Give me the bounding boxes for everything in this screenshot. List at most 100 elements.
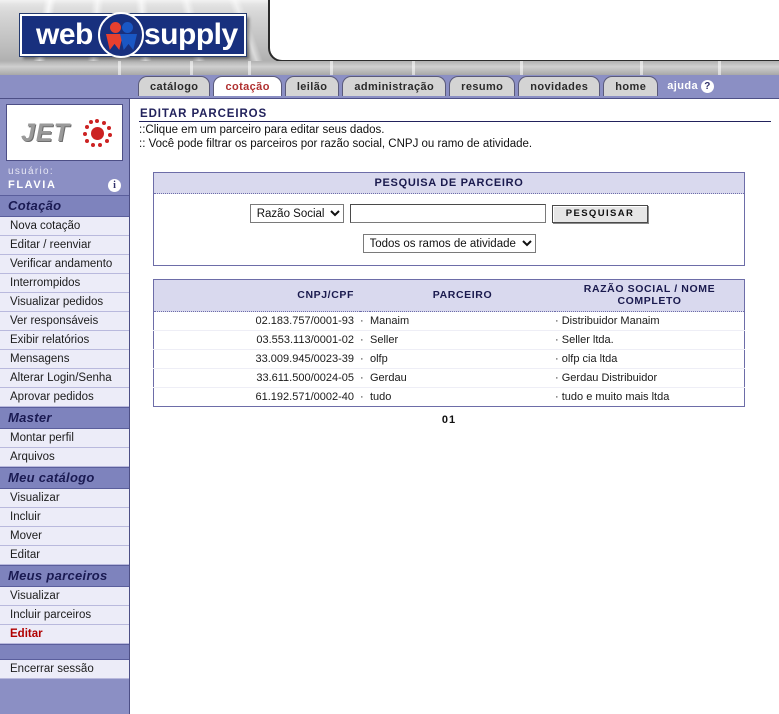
tab-catalogo[interactable]: catálogo bbox=[138, 76, 211, 96]
site-header-banner: web supply bbox=[0, 0, 779, 75]
search-panel: PESQUISA DE PARCEIRO Razão Social CNPJ P… bbox=[153, 172, 745, 266]
jet-logo-text: JET bbox=[21, 119, 70, 147]
tab-novidades[interactable]: novidades bbox=[518, 76, 601, 96]
tab-cotacao[interactable]: cotação bbox=[213, 76, 282, 96]
sidebar-item-visualizar-pedidos[interactable]: Visualizar pedidos bbox=[0, 293, 129, 312]
cell-parceiro: Manaim bbox=[370, 311, 555, 331]
cell-separator: · bbox=[360, 391, 364, 403]
sidebar-item-parceiros-visualizar[interactable]: Visualizar bbox=[0, 587, 129, 606]
tab-resumo[interactable]: resumo bbox=[449, 76, 516, 96]
sidebar-item-interrompidos[interactable]: Interrompidos bbox=[0, 274, 129, 293]
tab-administracao[interactable]: administração bbox=[342, 76, 447, 96]
websupply-logo[interactable]: web supply bbox=[19, 12, 247, 58]
sidebar-item-mensagens[interactable]: Mensagens bbox=[0, 350, 129, 369]
table-row[interactable]: 02.183.757/0001-93 · Manaim · Distribuid… bbox=[153, 311, 745, 331]
question-mark-icon: ? bbox=[700, 79, 714, 93]
cell-cnpj: 33.611.500/0024-05 bbox=[153, 368, 360, 388]
sidebar-item-montar-perfil[interactable]: Montar perfil bbox=[0, 429, 129, 448]
search-panel-body: Razão Social CNPJ PESQUISAR Todos os ram… bbox=[154, 194, 744, 265]
tab-leilao[interactable]: leilão bbox=[284, 76, 340, 96]
cell-razao-social: · Gerdau Distribuidor bbox=[555, 368, 745, 388]
tab-home[interactable]: home bbox=[603, 76, 659, 96]
main-content: EDITAR PARCEIROS ::Clique em um parceiro… bbox=[131, 99, 779, 714]
cell-parceiro: Seller bbox=[370, 330, 555, 350]
cell-parceiro: tudo bbox=[370, 391, 392, 403]
cell-razao-social: · Seller ltda. bbox=[555, 330, 745, 350]
sidebar-item-nova-cotacao[interactable]: Nova cotação bbox=[0, 217, 129, 236]
sidebar-item-incluir-parceiros[interactable]: Incluir parceiros bbox=[0, 606, 129, 625]
jet-logo: JET bbox=[6, 104, 123, 161]
sun-burst-icon bbox=[83, 119, 112, 147]
search-field-select[interactable]: Razão Social CNPJ bbox=[249, 204, 344, 223]
sidebar-item-ver-responsaveis[interactable]: Ver responsáveis bbox=[0, 312, 129, 331]
column-header-parceiro: PARCEIRO bbox=[370, 279, 555, 312]
sidebar-item-alterar-login-senha[interactable]: Alterar Login/Senha bbox=[0, 369, 129, 388]
sidebar-item-aprovar-pedidos[interactable]: Aprovar pedidos bbox=[0, 388, 129, 407]
user-info: usuário: FLAVIA i bbox=[0, 161, 129, 195]
search-button[interactable]: PESQUISAR bbox=[551, 204, 649, 223]
logo-word-supply: supply bbox=[144, 18, 238, 51]
banner-bottom-stripe bbox=[0, 61, 779, 75]
table-header-row: CNPJ/CPF PARCEIRO RAZÃO SOCIAL / NOME CO… bbox=[153, 279, 745, 312]
sidebar-section-cotacao: Cotação bbox=[0, 195, 129, 217]
table-row[interactable]: 03.553.113/0001-02 · Seller · Seller ltd… bbox=[153, 330, 745, 350]
sidebar-item-catalogo-editar[interactable]: Editar bbox=[0, 546, 129, 565]
search-panel-heading: PESQUISA DE PARCEIRO bbox=[154, 173, 744, 194]
razao-prefix: · bbox=[555, 334, 559, 346]
cell-separator: · bbox=[360, 368, 370, 388]
sidebar-item-catalogo-visualizar[interactable]: Visualizar bbox=[0, 489, 129, 508]
cell-cnpj: 03.553.113/0001-02 bbox=[153, 330, 360, 350]
sidebar-item-parceiros-editar[interactable]: Editar bbox=[0, 625, 129, 644]
search-input[interactable] bbox=[349, 204, 546, 223]
tab-ajuda[interactable]: ajuda ? bbox=[661, 76, 720, 96]
sidebar-item-arquivos[interactable]: Arquivos bbox=[0, 448, 129, 467]
razao-text: Gerdau Distribuidor bbox=[561, 372, 658, 384]
sidebar-section-master: Master bbox=[0, 407, 129, 429]
logo-word-web: web bbox=[36, 18, 93, 51]
branch-of-activity-select[interactable]: Todos os ramos de atividade bbox=[362, 234, 536, 253]
column-header-razao-social: RAZÃO SOCIAL / NOME COMPLETO bbox=[555, 279, 745, 312]
two-people-circle-icon bbox=[98, 12, 144, 58]
nav-tab-list: catálogo cotação leilão administração re… bbox=[138, 76, 720, 96]
info-icon[interactable]: i bbox=[108, 179, 121, 192]
razao-prefix: · bbox=[555, 391, 559, 403]
razao-prefix: · bbox=[555, 315, 559, 327]
sidebar-item-editar-reenviar[interactable]: Editar / reenviar bbox=[0, 236, 129, 255]
sidebar-section-meu-catalogo: Meu catálogo bbox=[0, 467, 129, 489]
cell-parceiro: olfp bbox=[370, 349, 555, 369]
razao-text: tudo e muito mais ltda bbox=[561, 391, 670, 403]
sidebar-item-exibir-relatorios[interactable]: Exibir relatórios bbox=[0, 331, 129, 350]
page-title: EDITAR PARCEIROS bbox=[140, 108, 268, 120]
sidebar-item-verificar-andamento[interactable]: Verificar andamento bbox=[0, 255, 129, 274]
razao-prefix: · bbox=[555, 372, 559, 384]
cell-cnpj: 61.192.571/0002-40 bbox=[255, 391, 354, 403]
sidebar-spacer bbox=[0, 644, 129, 660]
instruction-line-2: :: Você pode filtrar os parceiros por ra… bbox=[139, 138, 533, 150]
column-header-cnpj: CNPJ/CPF bbox=[153, 279, 360, 312]
main-nav-tabbar: catálogo cotação leilão administração re… bbox=[0, 75, 779, 99]
sidebar-item-encerrar-sessao[interactable]: Encerrar sessão bbox=[0, 660, 129, 679]
cell-separator: · bbox=[360, 330, 370, 350]
banner-white-panel bbox=[268, 0, 779, 62]
page-root: web supply catálogo cotação leilão admin… bbox=[0, 0, 779, 714]
column-header-spacer bbox=[360, 279, 370, 312]
table-row[interactable]: 61.192.571/0002-40 · tudo · tudo e muito… bbox=[154, 388, 745, 407]
partners-results-table: CNPJ/CPF PARCEIRO RAZÃO SOCIAL / NOME CO… bbox=[153, 279, 745, 407]
tab-ajuda-label: ajuda bbox=[667, 80, 698, 92]
sidebar-item-catalogo-incluir[interactable]: Incluir bbox=[0, 508, 129, 527]
sidebar-item-catalogo-mover[interactable]: Mover bbox=[0, 527, 129, 546]
sidebar-section-meus-parceiros: Meus parceiros bbox=[0, 565, 129, 587]
table-row[interactable]: 33.009.945/0023-39 · olfp · olfp cia ltd… bbox=[153, 349, 745, 369]
cell-razao-social: · olfp cia ltda bbox=[555, 349, 745, 369]
user-name: FLAVIA bbox=[8, 179, 57, 191]
cell-parceiro: Gerdau bbox=[370, 368, 555, 388]
cell-separator: · bbox=[360, 349, 370, 369]
cell-separator: · bbox=[360, 311, 370, 331]
razao-text: olfp cia ltda bbox=[561, 353, 618, 365]
title-divider bbox=[139, 121, 771, 122]
table-row[interactable]: 33.611.500/0024-05 · Gerdau · Gerdau Dis… bbox=[153, 368, 745, 388]
cell-razao-social: · tudo e muito mais ltda bbox=[555, 388, 745, 407]
sidebar: JET usuário: FLAVIA i Cotação Nova cotaç… bbox=[0, 99, 130, 714]
pagination-current-page[interactable]: 01 bbox=[153, 414, 745, 426]
cell-cnpj: 02.183.757/0001-93 bbox=[153, 311, 360, 331]
